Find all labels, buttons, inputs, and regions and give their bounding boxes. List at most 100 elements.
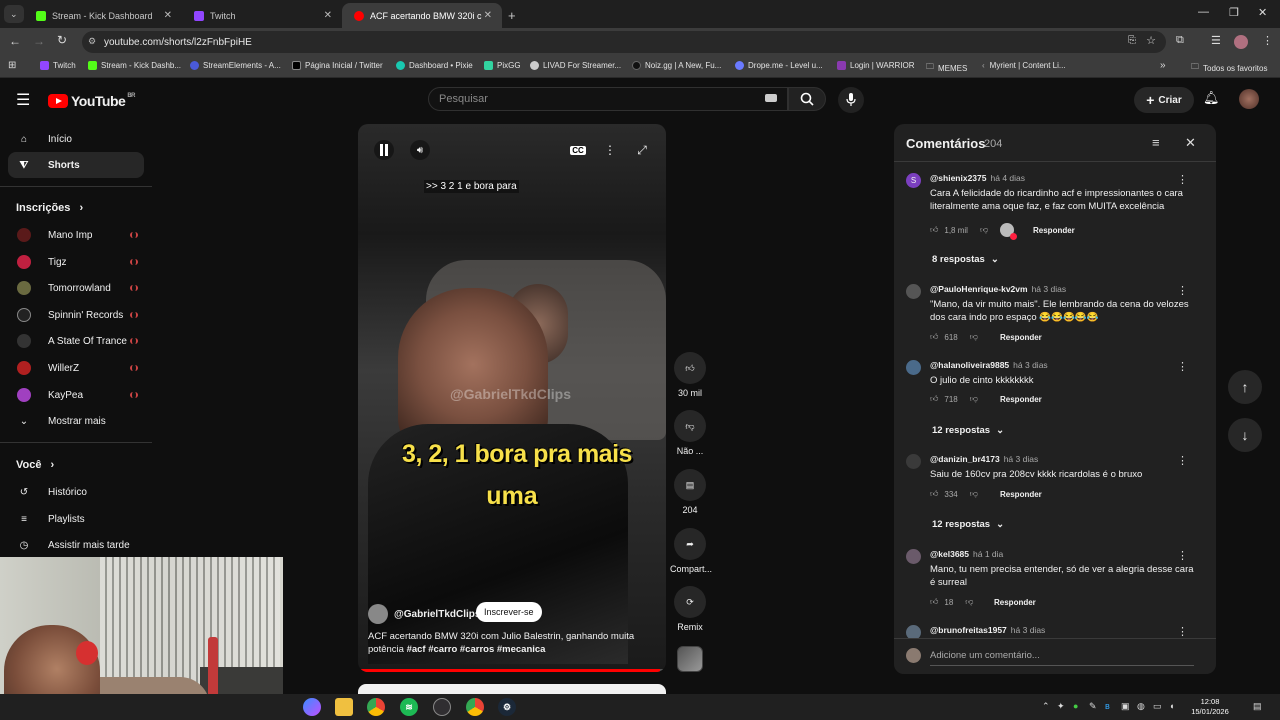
sidebar-channel-tigz[interactable]: Tigz <box>8 249 144 275</box>
taskbar-clock[interactable]: 12:08 15/01/2026 <box>1190 697 1230 717</box>
comment-menu-icon[interactable]: ⋮ <box>1177 625 1188 638</box>
create-button[interactable]: + Criar <box>1134 87 1194 113</box>
sort-icon[interactable]: ≡ <box>1152 135 1160 150</box>
reply-button[interactable]: Responder <box>1000 333 1042 342</box>
like-button[interactable]: 👍︎ 30 mil <box>670 352 710 398</box>
next-short-button[interactable]: ↓ <box>1228 418 1262 452</box>
restore-icon[interactable]: ❐ <box>1229 6 1239 19</box>
sound-thumbnail[interactable] <box>677 646 703 672</box>
thumbs-down-icon[interactable]: 👎︎ <box>980 225 988 235</box>
sidebar-channel-spinnin-records[interactable]: Spinnin' Records <box>8 302 144 328</box>
reply-button[interactable]: Responder <box>1000 395 1042 404</box>
sidebar-show-more[interactable]: ⌄ Mostrar mais <box>8 408 144 434</box>
comment-author[interactable]: @shienix2375 há 4 dias <box>930 173 1025 183</box>
close-comments-icon[interactable]: ✕ <box>1185 135 1196 151</box>
close-window-icon[interactable]: ✕ <box>1258 6 1267 19</box>
tab-list-button[interactable]: ⌄ <box>4 5 24 23</box>
reply-button[interactable]: Responder <box>994 598 1036 607</box>
bookmark-pixgg[interactable]: PixGG <box>484 61 521 70</box>
tray-chevron-icon[interactable]: ⌃ <box>1042 701 1050 712</box>
share-button[interactable]: ➦ Compart... <box>670 528 712 574</box>
reply-button[interactable]: Responder <box>1033 226 1075 235</box>
tray-app-icon[interactable]: ʙ <box>1105 701 1110 711</box>
profile-avatar-icon[interactable] <box>1234 35 1248 49</box>
sidebar-item-history[interactable]: ↺ Histórico <box>8 479 144 505</box>
bookmark-twitter[interactable]: Página Inicial / Twitter <box>292 61 383 70</box>
notifications-icon[interactable]: ▤ <box>1253 701 1262 712</box>
obs-icon[interactable] <box>433 698 451 716</box>
tab-youtube-shorts[interactable]: ACF acertando BMW 320i c ✕ <box>342 3 502 28</box>
close-tab-icon[interactable]: ✕ <box>484 10 492 21</box>
comment-menu-icon[interactable]: ⋮ <box>1177 173 1188 186</box>
sidebar-item-watch-later[interactable]: ◷ Assistir mais tarde <box>8 532 144 558</box>
notifications-bell-icon[interactable]: 🔔︎ <box>1203 90 1220 106</box>
captions-button[interactable]: CC <box>568 140 588 160</box>
voice-search-button[interactable] <box>838 87 864 113</box>
shorts-video-player[interactable]: @GabrielTkdClips 3, 2, 1 bora pra mais u… <box>358 124 666 672</box>
install-app-icon[interactable]: ⎘ <box>1128 35 1136 46</box>
fullscreen-icon[interactable]: ⤢ <box>632 140 652 160</box>
keyboard-icon[interactable] <box>765 94 777 102</box>
comment-author[interactable]: @danizin_br4173 há 3 dias <box>930 454 1038 464</box>
back-icon[interactable]: ← <box>9 34 21 48</box>
tray-app-icon[interactable]: ◍ <box>1137 701 1145 712</box>
sidebar-item-home[interactable]: ⌂ Início <box>8 126 144 152</box>
bookmark-livad[interactable]: LIVAD For Streamer... <box>530 61 621 70</box>
youtube-logo[interactable]: YouTube BR <box>48 93 135 109</box>
more-bookmarks-icon[interactable]: » <box>1160 60 1166 71</box>
add-comment-field[interactable]: Adicione um comentário... <box>894 638 1216 674</box>
tab-twitch[interactable]: Twitch ✕ <box>182 3 342 28</box>
comment-menu-icon[interactable]: ⋮ <box>1177 360 1188 373</box>
comment-menu-icon[interactable]: ⋮ <box>1177 284 1188 297</box>
copilot-icon[interactable] <box>303 698 321 716</box>
all-bookmarks-folder[interactable]: 🗀 Todos os favoritos <box>1191 61 1267 75</box>
reading-list-icon[interactable]: ☰ <box>1211 34 1221 47</box>
commenter-avatar[interactable] <box>906 284 921 299</box>
sidebar-channel-a-state-of-trance[interactable]: A State Of Trance <box>8 328 144 354</box>
comments-button[interactable]: ▤ 204 <box>670 469 710 515</box>
thumbs-down-icon[interactable]: 👎︎ <box>970 489 978 499</box>
sidebar-channel-kaypea[interactable]: KayPea <box>8 382 144 408</box>
volume-icon[interactable]: ◖ <box>1169 701 1174 711</box>
search-input[interactable]: Pesquisar <box>428 87 788 111</box>
comment-author[interactable]: @brunofreitas1957 há 3 dias <box>930 625 1045 635</box>
tray-app-icon[interactable]: ✦ <box>1057 701 1065 712</box>
browser-menu-icon[interactable]: ⋮ <box>1262 34 1273 47</box>
reload-icon[interactable]: ↻ <box>57 33 67 47</box>
chrome-active-icon[interactable] <box>466 698 484 716</box>
new-tab-button[interactable]: + <box>504 3 524 28</box>
pause-button[interactable] <box>374 140 394 160</box>
thumbs-down-icon[interactable]: 👎︎ <box>965 597 973 607</box>
bookmark-noiz[interactable]: Noiz.gg | A New, Fu... <box>632 61 721 70</box>
tray-app-icon[interactable]: ● <box>1073 701 1078 711</box>
bookmark-drope[interactable]: Drope.me - Level u... <box>735 61 823 70</box>
thumbs-down-icon[interactable]: 👎︎ <box>970 394 978 404</box>
thumbs-up-icon[interactable]: 👍︎ <box>930 332 938 342</box>
video-hashtags[interactable]: #acf #carro #carros #mecanica <box>407 644 546 655</box>
reply-button[interactable]: Responder <box>1000 490 1042 499</box>
tray-app-icon[interactable]: ▣ <box>1121 701 1130 712</box>
thumbs-up-icon[interactable]: 👍︎ <box>930 225 938 235</box>
bookmark-twitch[interactable]: Twitch <box>40 61 76 70</box>
commenter-avatar[interactable] <box>906 454 921 469</box>
hamburger-menu-icon[interactable]: ☰ <box>16 90 30 110</box>
video-description[interactable]: ACF acertando BMW 320i com Julio Balestr… <box>368 630 648 656</box>
subscriptions-heading[interactable]: Inscrições › <box>16 202 83 214</box>
commenter-avatar[interactable]: S <box>906 173 921 188</box>
comment-menu-icon[interactable]: ⋮ <box>1177 549 1188 562</box>
bookmark-folder-memes[interactable]: 🗀 MEMES <box>926 61 967 75</box>
bookmark-streamelements[interactable]: StreamElements - A... <box>190 61 281 70</box>
spotify-icon[interactable]: ≋ <box>400 698 418 716</box>
comment-author[interactable]: @kel3685 há 1 dia <box>930 549 1003 559</box>
previous-short-button[interactable]: ↑ <box>1228 370 1262 404</box>
more-options-icon[interactable]: ⋮ <box>600 140 620 160</box>
forward-icon[interactable]: → <box>33 34 45 48</box>
thumbs-up-icon[interactable]: 👍︎ <box>930 597 938 607</box>
minimize-icon[interactable]: — <box>1198 6 1209 18</box>
show-replies-button[interactable]: 12 respostas ⌄ <box>932 519 1004 530</box>
sidebar-channel-tomorrowland[interactable]: Tomorrowland <box>8 275 144 301</box>
steam-icon[interactable]: ⚙ <box>498 698 516 716</box>
bookmark-star-icon[interactable]: ☆ <box>1146 34 1156 47</box>
sidebar-channel-mano-imp[interactable]: Mano Imp <box>8 222 144 248</box>
site-info-icon[interactable]: ⚙ <box>88 36 96 47</box>
